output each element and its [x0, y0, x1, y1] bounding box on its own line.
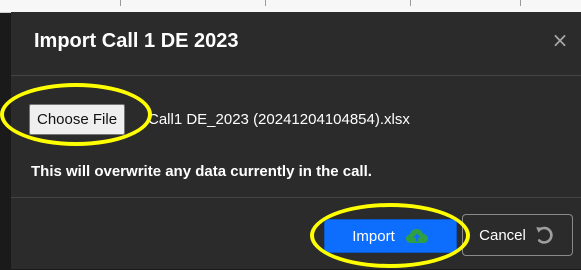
column-marker [410, 0, 411, 6]
dialog-footer: Import Cancel [11, 197, 581, 270]
selected-file-name: Call1 DE_2023 (20241204104854).xlsx [148, 111, 410, 128]
cancel-button[interactable]: Cancel [462, 214, 573, 256]
cancel-button-label: Cancel [479, 226, 526, 244]
overwrite-warning: This will overwrite any data currently i… [31, 163, 372, 180]
close-icon[interactable]: × [551, 30, 569, 50]
column-marker [120, 0, 121, 6]
dialog-body: Choose File Call1 DE_2023 (2024120410485… [11, 76, 581, 196]
import-button[interactable]: Import [324, 219, 457, 253]
dialog-title: Import Call 1 DE 2023 [34, 30, 239, 52]
import-dialog: Import Call 1 DE 2023 × Choose File Call… [11, 12, 581, 269]
undo-icon [536, 226, 553, 244]
import-button-label: Import [352, 227, 395, 245]
cloud-upload-icon [405, 229, 428, 243]
column-marker [520, 0, 521, 6]
dialog-header: Import Call 1 DE 2023 × [11, 12, 581, 76]
choose-file-button[interactable]: Choose File [29, 104, 126, 135]
column-marker [265, 0, 266, 6]
